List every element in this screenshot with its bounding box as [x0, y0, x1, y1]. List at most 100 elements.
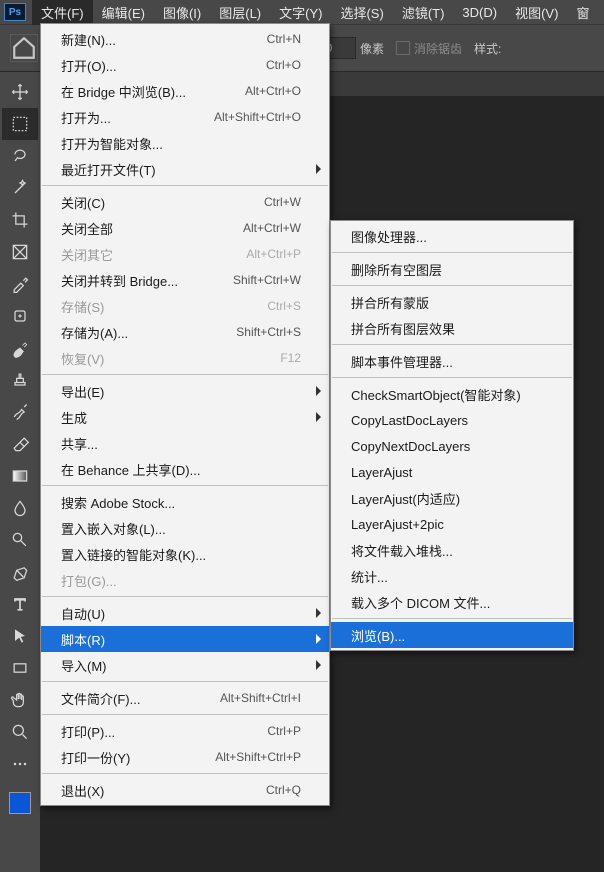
blur-tool-icon[interactable]	[2, 492, 38, 524]
scripts-menu-item[interactable]: 图像处理器...	[331, 223, 573, 249]
menu-item-label: 脚本(R)	[61, 630, 301, 649]
menu-item-shortcut: Alt+Shift+Ctrl+O	[214, 110, 301, 124]
menu-item-shortcut: Ctrl+P	[267, 724, 301, 738]
menu-item-label: 自动(U)	[61, 604, 301, 623]
menubar-file[interactable]: 文件(F)	[32, 0, 93, 25]
menu-item-label: 将文件载入堆栈...	[351, 541, 545, 560]
rectangle-tool-icon[interactable]	[2, 652, 38, 684]
foreground-color-swatch[interactable]	[9, 792, 31, 814]
scripts-menu-item[interactable]: LayerAjust	[331, 459, 573, 485]
dodge-tool-icon[interactable]	[2, 524, 38, 556]
file-menu-item[interactable]: 关闭并转到 Bridge...Shift+Ctrl+W	[41, 267, 329, 293]
move-tool-icon[interactable]	[2, 76, 38, 108]
marquee-tool-icon[interactable]	[2, 108, 38, 140]
menubar-type[interactable]: 文字(Y)	[270, 0, 331, 25]
menu-item-label: 在 Bridge 中浏览(B)...	[61, 82, 225, 101]
menu-item-label: 恢复(V)	[61, 349, 260, 368]
scripts-menu-separator	[332, 618, 572, 619]
history-brush-tool-icon[interactable]	[2, 396, 38, 428]
file-menu-separator	[42, 485, 328, 486]
healing-brush-tool-icon[interactable]	[2, 300, 38, 332]
type-tool-icon[interactable]	[2, 588, 38, 620]
menu-item-label: 生成	[61, 408, 301, 427]
scripts-menu-item[interactable]: CopyNextDocLayers	[331, 433, 573, 459]
file-menu-item[interactable]: 打开为智能对象...	[41, 130, 329, 156]
scripts-menu-item[interactable]: 浏览(B)...	[331, 622, 573, 648]
pen-tool-icon[interactable]	[2, 556, 38, 588]
file-menu-item[interactable]: 新建(N)...Ctrl+N	[41, 26, 329, 52]
file-menu-item[interactable]: 在 Behance 上共享(D)...	[41, 456, 329, 482]
eyedropper-tool-icon[interactable]	[2, 268, 38, 300]
lasso-tool-icon[interactable]	[2, 140, 38, 172]
eraser-tool-icon[interactable]	[2, 428, 38, 460]
gradient-tool-icon[interactable]	[2, 460, 38, 492]
file-menu-item[interactable]: 置入链接的智能对象(K)...	[41, 541, 329, 567]
file-menu-item[interactable]: 置入嵌入对象(L)...	[41, 515, 329, 541]
edit-toolbar-icon[interactable]	[2, 748, 38, 780]
magic-wand-tool-icon[interactable]	[2, 172, 38, 204]
menubar-view[interactable]: 视图(V)	[506, 0, 567, 25]
scripts-menu-item[interactable]: 将文件载入堆栈...	[331, 537, 573, 563]
scripts-menu-item[interactable]: 删除所有空图层	[331, 256, 573, 282]
menu-item-shortcut: F12	[280, 351, 301, 365]
file-menu-separator	[42, 773, 328, 774]
scripts-menu-item[interactable]: 拼合所有蒙版	[331, 289, 573, 315]
scripts-menu-item[interactable]: 脚本事件管理器...	[331, 348, 573, 374]
scripts-menu-item[interactable]: 统计...	[331, 563, 573, 589]
photoshop-logo-icon: Ps	[4, 3, 26, 21]
scripts-menu-item[interactable]: CopyLastDocLayers	[331, 407, 573, 433]
brush-tool-icon[interactable]	[2, 332, 38, 364]
checkbox-icon[interactable]	[396, 41, 410, 55]
menu-item-label: 打包(G)...	[61, 571, 301, 590]
scripts-menu-item[interactable]: CheckSmartObject(智能对象)	[331, 381, 573, 407]
chevron-right-icon	[316, 660, 321, 670]
options-style[interactable]: 样式:	[474, 40, 501, 57]
file-menu-item[interactable]: 导入(M)	[41, 652, 329, 678]
scripts-menu-item[interactable]: LayerAjust+2pic	[331, 511, 573, 537]
menu-item-label: 存储为(A)...	[61, 323, 216, 342]
file-menu-item[interactable]: 存储为(A)...Shift+Ctrl+S	[41, 319, 329, 345]
file-menu-item: 打包(G)...	[41, 567, 329, 593]
file-menu-item[interactable]: 脚本(R)	[41, 626, 329, 652]
file-menu-item[interactable]: 文件简介(F)...Alt+Shift+Ctrl+I	[41, 685, 329, 711]
file-menu-item[interactable]: 共享...	[41, 430, 329, 456]
file-menu-item[interactable]: 导出(E)	[41, 378, 329, 404]
menu-item-label: 脚本事件管理器...	[351, 352, 545, 371]
menubar-window[interactable]: 窗	[567, 0, 598, 25]
file-menu-item[interactable]: 最近打开文件(T)	[41, 156, 329, 182]
menubar-edit[interactable]: 编辑(E)	[93, 0, 154, 25]
file-menu-item[interactable]: 打印一份(Y)Alt+Shift+Ctrl+P	[41, 744, 329, 770]
file-menu-item[interactable]: 打开为...Alt+Shift+Ctrl+O	[41, 104, 329, 130]
scripts-menu-item[interactable]: LayerAjust(内适应)	[331, 485, 573, 511]
menu-item-label: 载入多个 DICOM 文件...	[351, 593, 545, 612]
crop-tool-icon[interactable]	[2, 204, 38, 236]
file-menu-item[interactable]: 自动(U)	[41, 600, 329, 626]
menubar-image[interactable]: 图像(I)	[154, 0, 210, 25]
menubar-filter[interactable]: 滤镜(T)	[393, 0, 454, 25]
hand-tool-icon[interactable]	[2, 684, 38, 716]
zoom-tool-icon[interactable]	[2, 716, 38, 748]
clone-stamp-tool-icon[interactable]	[2, 364, 38, 396]
scripts-menu-item[interactable]: 拼合所有图层效果	[331, 315, 573, 341]
menubar-layer[interactable]: 图层(L)	[210, 0, 270, 25]
options-antialias[interactable]: 消除锯齿	[396, 40, 462, 57]
file-menu-item[interactable]: 生成	[41, 404, 329, 430]
chevron-right-icon	[316, 634, 321, 644]
menubar-3d[interactable]: 3D(D)	[453, 2, 506, 23]
menu-item-shortcut: Ctrl+S	[267, 299, 301, 313]
menu-item-label: 退出(X)	[61, 781, 246, 800]
frame-tool-icon[interactable]	[2, 236, 38, 268]
scripts-menu-item[interactable]: 载入多个 DICOM 文件...	[331, 589, 573, 615]
file-menu-item[interactable]: 在 Bridge 中浏览(B)...Alt+Ctrl+O	[41, 78, 329, 104]
file-menu-item[interactable]: 打开(O)...Ctrl+O	[41, 52, 329, 78]
file-menu-item[interactable]: 关闭全部Alt+Ctrl+W	[41, 215, 329, 241]
file-menu-item[interactable]: 搜索 Adobe Stock...	[41, 489, 329, 515]
path-selection-tool-icon[interactable]	[2, 620, 38, 652]
home-icon[interactable]	[10, 34, 38, 62]
file-menu-item[interactable]: 关闭(C)Ctrl+W	[41, 189, 329, 215]
file-menu-item[interactable]: 打印(P)...Ctrl+P	[41, 718, 329, 744]
file-menu-item[interactable]: 退出(X)Ctrl+Q	[41, 777, 329, 803]
file-menu-item: 关闭其它Alt+Ctrl+P	[41, 241, 329, 267]
menubar-select[interactable]: 选择(S)	[331, 0, 392, 25]
menu-item-shortcut: Shift+Ctrl+W	[233, 273, 301, 287]
